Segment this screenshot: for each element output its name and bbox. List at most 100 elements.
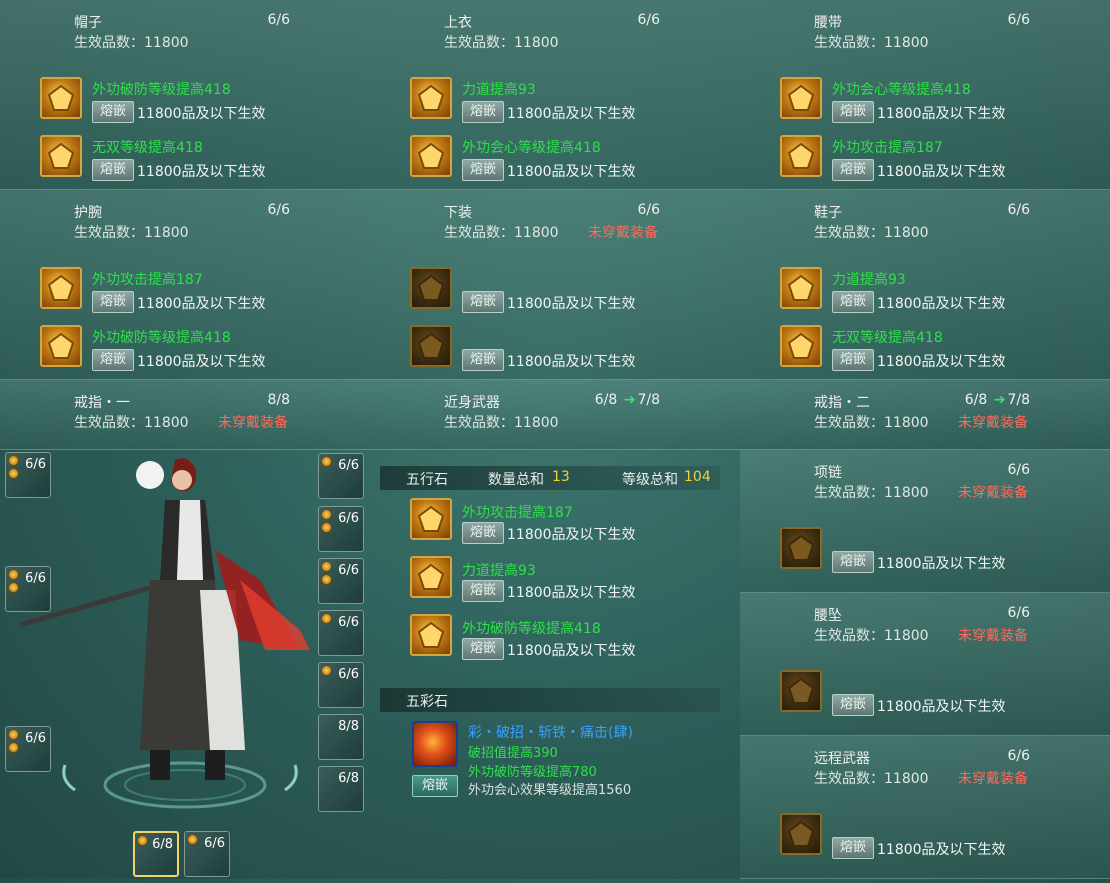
gem-effect: 11800品及以下生效 xyxy=(507,296,636,312)
gem-name: 外功攻击提高187 xyxy=(92,272,203,288)
wuxing-level: 104 xyxy=(684,469,711,485)
equip-slot-selected[interactable]: 6/8 xyxy=(133,831,179,877)
wucai-effect-2: 外功破防等级提高780 xyxy=(468,765,597,780)
gem-icon[interactable] xyxy=(780,77,822,119)
gem-effect: 11800品及以下生效 xyxy=(507,354,636,370)
equip-slot[interactable]: 6/6 xyxy=(318,662,364,708)
rongqian-button[interactable]: 熔嵌 xyxy=(92,291,134,313)
gem-row: 无双等级提高418 熔嵌 11800品及以下生效 xyxy=(40,135,370,183)
empty-gem-icon[interactable] xyxy=(410,325,452,367)
wucai-effect-3: 外功会心效果等级提高1560 xyxy=(468,783,632,798)
gem-icon[interactable] xyxy=(40,325,82,367)
equip-name: 腰带 xyxy=(814,15,842,31)
gem-effect: 11800品及以下生效 xyxy=(877,556,1006,572)
panel-hat: 帽子 6/6 生效品数：11800 外功破防等级提高418 熔嵌 11800品及… xyxy=(0,0,370,190)
wucai-stone-icon[interactable] xyxy=(412,721,458,767)
rongqian-button[interactable]: 熔嵌 xyxy=(92,159,134,181)
rongqian-button[interactable]: 熔嵌 xyxy=(832,837,874,859)
gem-effect: 11800品及以下生效 xyxy=(137,354,266,370)
gem-dots-icon xyxy=(321,665,332,678)
equip-name: 戒指・二 xyxy=(814,395,870,411)
rongqian-button[interactable]: 熔嵌 xyxy=(462,349,504,371)
equip-name: 鞋子 xyxy=(814,205,842,221)
equip-slot[interactable]: 8/8 xyxy=(318,714,364,760)
gem-row: 熔嵌 11800品及以下生效 xyxy=(410,325,740,373)
gem-effect: 11800品及以下生效 xyxy=(137,106,266,122)
gem-row: 熔嵌 11800品及以下生效 xyxy=(780,527,1110,575)
gem-icon[interactable] xyxy=(410,614,452,656)
rongqian-button[interactable]: 熔嵌 xyxy=(462,638,504,660)
gem-name: 外功会心等级提高418 xyxy=(832,82,971,98)
equip-slot[interactable]: 6/6 xyxy=(318,558,364,604)
panel-pendant: 腰坠 6/6 生效品数：11800 未穿戴装备 熔嵌 11800品及以下生效 xyxy=(740,593,1110,736)
gem-icon[interactable] xyxy=(40,77,82,119)
gem-icon[interactable] xyxy=(780,325,822,367)
panel-melee-weapon: 近身武器 6/8 ➔ 7/8 生效品数：11800 xyxy=(370,380,740,450)
equip-level: 生效品数：11800 xyxy=(814,771,929,787)
gem-icon[interactable] xyxy=(780,267,822,309)
equip-count: 6/6 xyxy=(637,12,660,28)
empty-gem-icon[interactable] xyxy=(780,813,822,855)
equip-slot[interactable]: 6/6 xyxy=(318,506,364,552)
rongqian-button[interactable]: 熔嵌 xyxy=(832,551,874,573)
gem-dots-icon xyxy=(187,834,198,847)
rongqian-button[interactable]: 熔嵌 xyxy=(832,291,874,313)
gem-row: 外功破防等级提高418 熔嵌 11800品及以下生效 xyxy=(410,614,730,662)
rongqian-button[interactable]: 熔嵌 xyxy=(832,694,874,716)
rongqian-button[interactable]: 熔嵌 xyxy=(832,349,874,371)
equip-name: 远程武器 xyxy=(814,751,870,767)
rongqian-button[interactable]: 熔嵌 xyxy=(462,580,504,602)
rongqian-button[interactable]: 熔嵌 xyxy=(462,291,504,313)
equip-count: 6/6 xyxy=(267,202,290,218)
equip-count: 6/6 xyxy=(1007,748,1030,764)
rongqian-button[interactable]: 熔嵌 xyxy=(832,159,874,181)
equip-slot[interactable]: 6/6 xyxy=(5,566,51,612)
gem-effect: 11800品及以下生效 xyxy=(507,643,636,659)
gem-effect: 11800品及以下生效 xyxy=(877,164,1006,180)
not-equipped-label: 未穿戴装备 xyxy=(588,225,658,241)
rongqian-button[interactable]: 熔嵌 xyxy=(832,101,874,123)
equip-level: 生效品数：11800 xyxy=(814,225,929,241)
gem-name: 外功破防等级提高418 xyxy=(92,82,231,98)
gem-row: 外功破防等级提高418 熔嵌 11800品及以下生效 xyxy=(40,325,370,373)
rongqian-button[interactable]: 熔嵌 xyxy=(92,101,134,123)
equip-slot[interactable]: 6/6 xyxy=(184,831,230,877)
character-preview[interactable] xyxy=(0,450,370,879)
gem-effect: 11800品及以下生效 xyxy=(137,164,266,180)
gem-icon[interactable] xyxy=(410,135,452,177)
rongqian-button[interactable]: 熔嵌 xyxy=(462,101,504,123)
empty-gem-icon[interactable] xyxy=(780,527,822,569)
gem-name: 外功攻击提高187 xyxy=(832,140,943,156)
equip-count: 6/8 ➔ 7/8 xyxy=(964,392,1030,408)
gem-icon[interactable] xyxy=(40,135,82,177)
wuxing-header: 五行石 数量总和 13 等级总和 104 xyxy=(380,466,720,490)
panel-belt: 腰带 6/6 生效品数：11800 外功会心等级提高418 熔嵌 11800品及… xyxy=(740,0,1110,190)
equip-slot[interactable]: 6/6 xyxy=(318,610,364,656)
gem-icon[interactable] xyxy=(40,267,82,309)
equip-name: 下装 xyxy=(444,205,472,221)
rongqian-button[interactable]: 熔嵌 xyxy=(462,522,504,544)
wucai-effect-1: 破招值提高390 xyxy=(468,746,558,761)
gem-icon[interactable] xyxy=(780,135,822,177)
equip-name: 帽子 xyxy=(74,15,102,31)
equip-count: 6/6 xyxy=(1007,202,1030,218)
equip-count: 6/8 ➔ 7/8 xyxy=(594,392,660,408)
gem-name: 外功破防等级提高418 xyxy=(462,621,601,637)
panel-top: 上衣 6/6 生效品数：11800 力道提高93 熔嵌 11800品及以下生效 … xyxy=(370,0,740,190)
gem-icon[interactable] xyxy=(410,77,452,119)
equip-slot[interactable]: 6/6 xyxy=(5,726,51,772)
gem-dots-icon xyxy=(321,613,332,626)
empty-gem-icon[interactable] xyxy=(410,267,452,309)
wucai-rongqian-button[interactable]: 熔嵌 xyxy=(412,775,458,797)
gem-icon[interactable] xyxy=(410,498,452,540)
rongqian-button[interactable]: 熔嵌 xyxy=(462,159,504,181)
equip-slot[interactable]: 6/6 xyxy=(5,452,51,498)
equip-name: 项链 xyxy=(814,465,842,481)
gem-name: 力道提高93 xyxy=(462,563,536,579)
gem-dots-icon xyxy=(8,729,19,755)
equip-slot[interactable]: 6/8 xyxy=(318,766,364,812)
empty-gem-icon[interactable] xyxy=(780,670,822,712)
gem-icon[interactable] xyxy=(410,556,452,598)
equip-slot[interactable]: 6/6 xyxy=(318,453,364,499)
rongqian-button[interactable]: 熔嵌 xyxy=(92,349,134,371)
